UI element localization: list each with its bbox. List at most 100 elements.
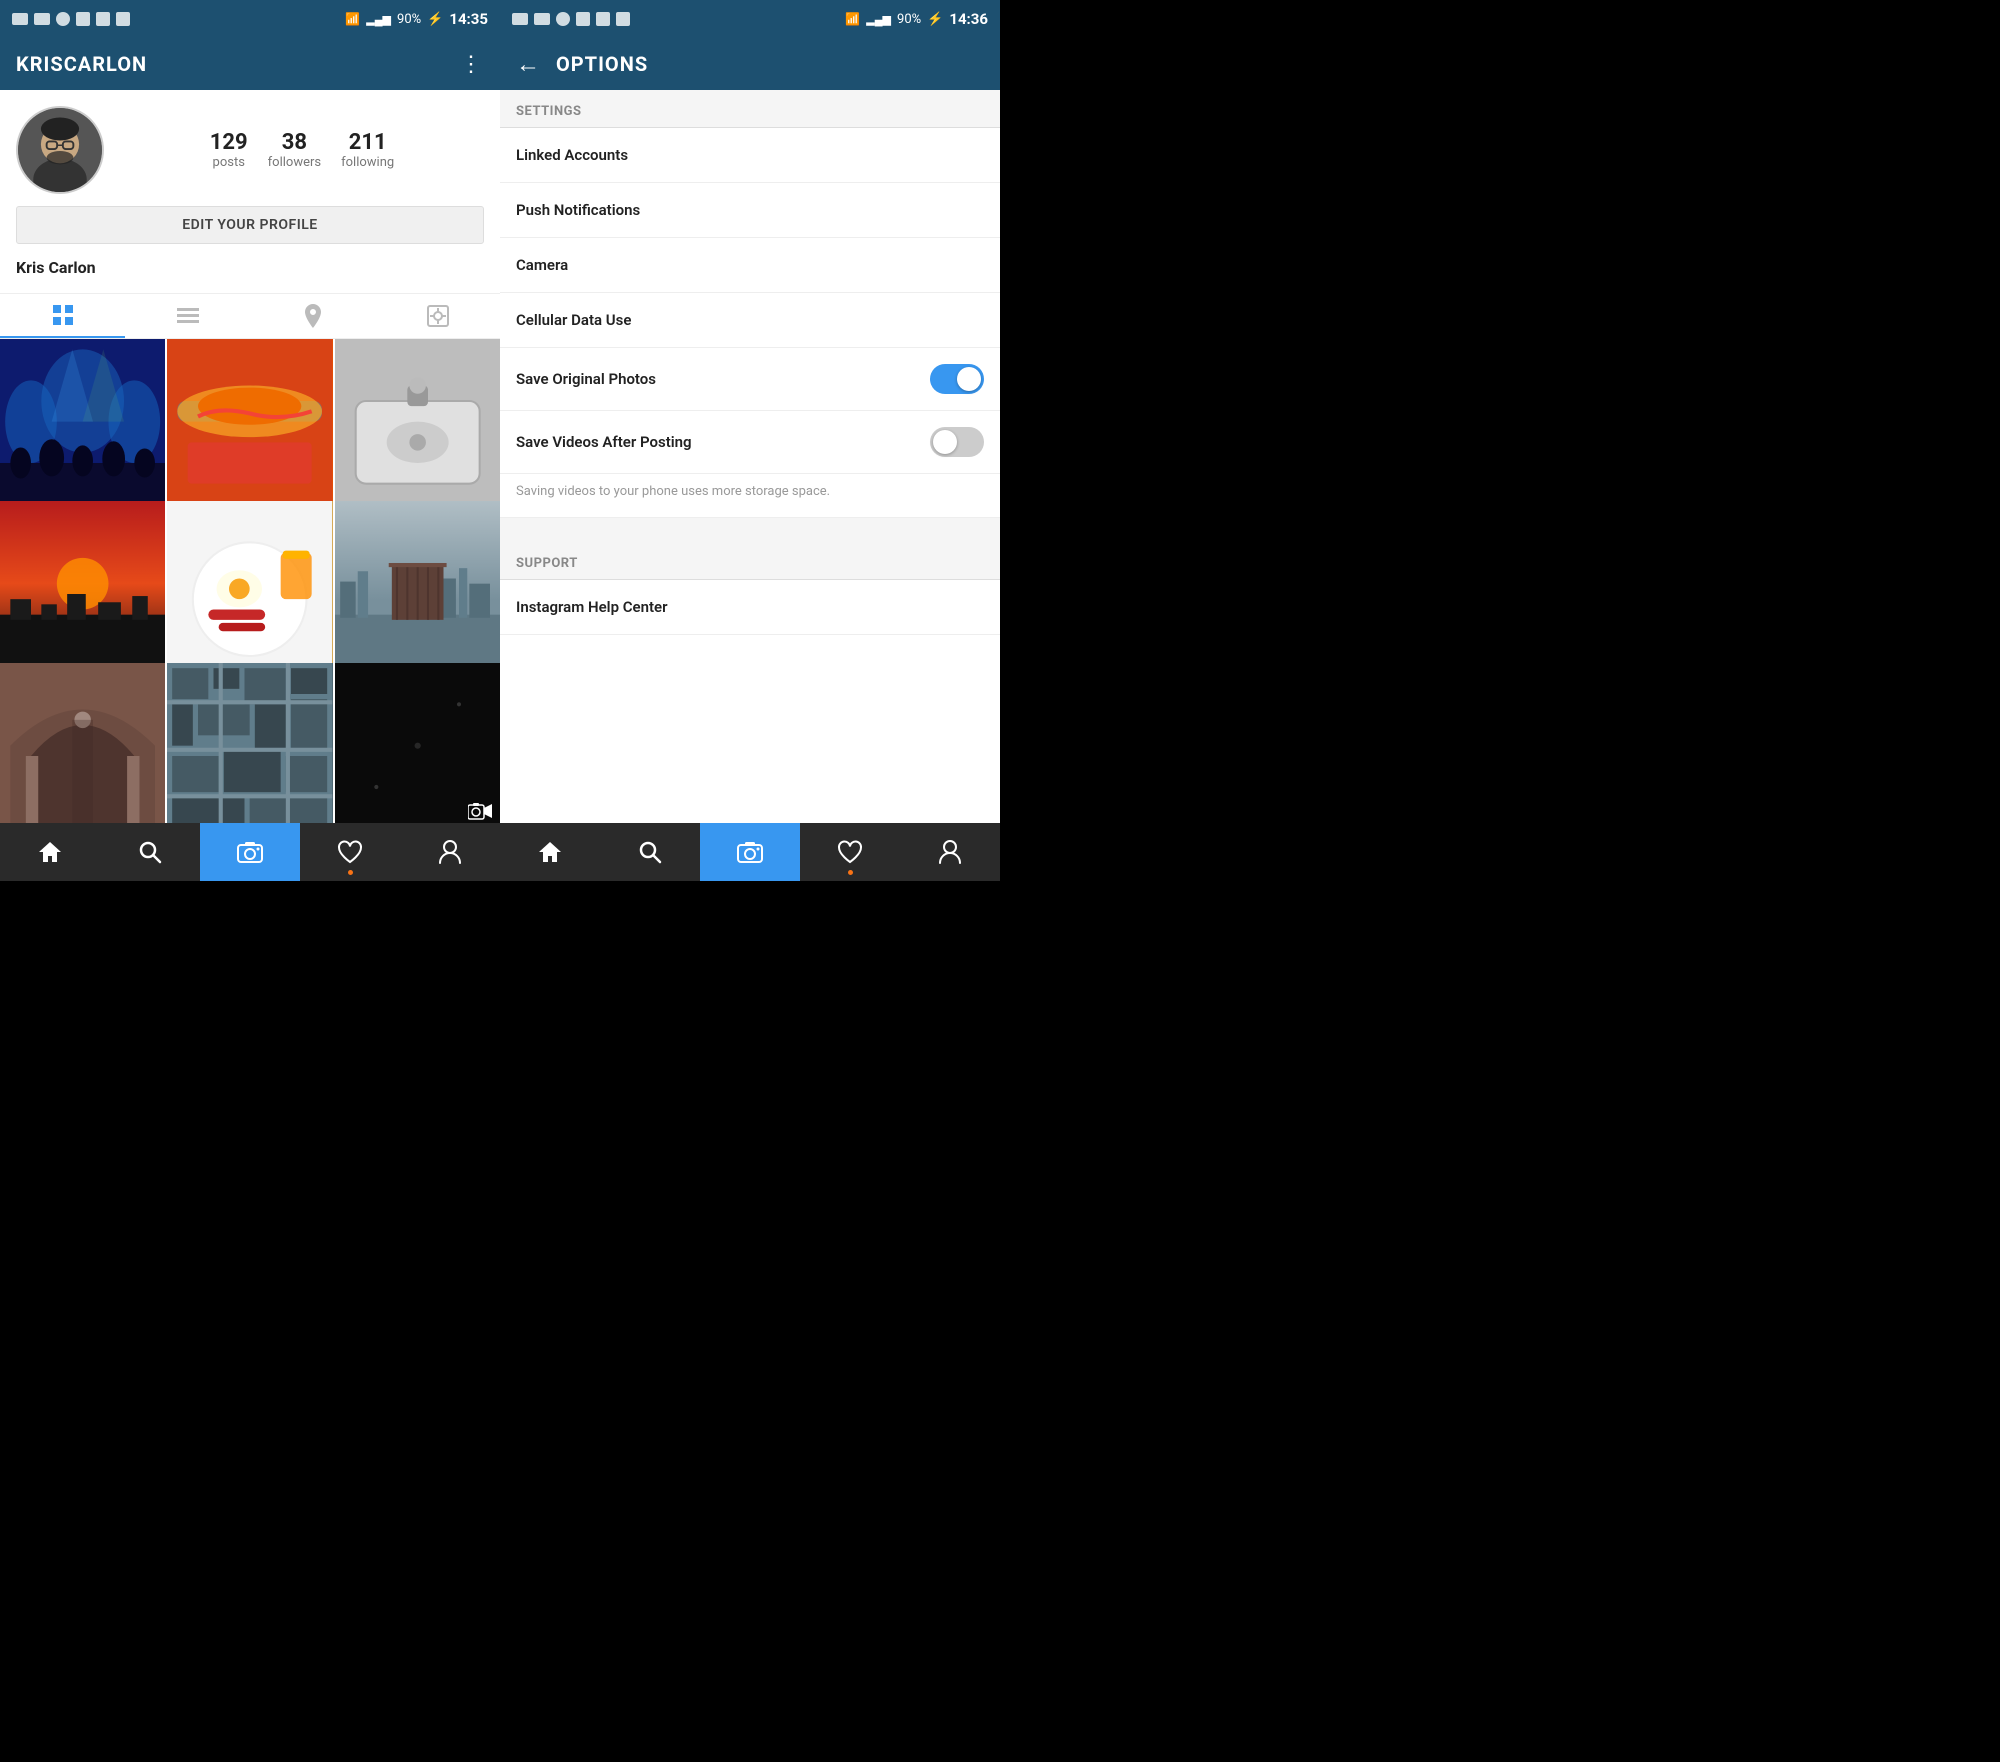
settings-gap (500, 518, 1000, 542)
edit-profile-button[interactable]: EDIT YOUR PROFILE (16, 206, 484, 244)
linked-accounts-label: Linked Accounts (516, 146, 628, 164)
search-icon (137, 839, 163, 865)
push-notifications-label: Push Notifications (516, 201, 640, 219)
time-left: 14:35 (449, 10, 488, 28)
following-label: following (341, 155, 394, 170)
photo-concert[interactable] (0, 339, 165, 504)
save-original-photos-toggle[interactable] (930, 364, 984, 394)
save-original-photos-row: Save Original Photos (500, 348, 1000, 411)
left-app-header: KRISCARLON ⋮ (0, 38, 500, 90)
profile-top: 129 posts 38 followers 211 following (16, 106, 484, 194)
photo-food1[interactable] (167, 339, 332, 504)
signal-icon: ▂▄▆ (366, 13, 391, 26)
linked-accounts-item[interactable]: Linked Accounts (500, 128, 1000, 183)
r-nav-profile[interactable] (900, 823, 1000, 881)
heart-icon (337, 840, 363, 864)
left-bottom-nav (0, 823, 500, 881)
right-status-icons (512, 12, 630, 26)
followers-stat: 38 followers (268, 130, 321, 170)
save-videos-helper-text: Saving videos to your phone uses more st… (500, 474, 1000, 518)
back-button[interactable]: ← (516, 50, 540, 79)
posts-count: 129 (210, 130, 248, 155)
photo-city[interactable] (167, 663, 332, 823)
nav-camera[interactable] (200, 823, 300, 881)
right-bottom-nav (500, 823, 1000, 881)
tab-grid[interactable] (0, 294, 125, 338)
left-status-bar: 📶 ▂▄▆ 90% ⚡ 14:35 (0, 0, 500, 38)
tab-list[interactable] (125, 294, 250, 338)
r-camera-nav-icon (737, 841, 763, 863)
r-nav-camera[interactable] (700, 823, 800, 881)
grid-icon (52, 304, 74, 326)
posts-label: posts (213, 155, 245, 170)
check1-icon (96, 12, 110, 26)
profile-name: Kris Carlon (16, 258, 484, 277)
options-page-title: OPTIONS (556, 52, 648, 76)
r-heart-notification-dot (848, 870, 853, 875)
right-status-bar: 📶 ▂▄▆ 90% ⚡ 14:36 (500, 0, 1000, 38)
gallery-icon (12, 13, 28, 25)
photo-pier[interactable] (335, 501, 500, 666)
r-battery-percent: 90% (897, 12, 921, 27)
save-videos-toggle[interactable] (930, 427, 984, 457)
avatar (16, 106, 104, 194)
r-home-icon (537, 839, 563, 865)
r-signal-icon: ▂▄▆ (866, 13, 891, 26)
wifi-icon: 📶 (345, 12, 360, 26)
r-battery-icon: ⚡ (927, 12, 943, 27)
r-drive-icon (576, 12, 590, 26)
profile-nav-icon (438, 839, 462, 865)
r-nav-home[interactable] (500, 823, 600, 881)
r-nav-search[interactable] (600, 823, 700, 881)
support-section-header: SUPPORT (500, 542, 1000, 580)
photo-food2[interactable] (167, 501, 332, 666)
nav-home[interactable] (0, 823, 100, 881)
r-gallery-icon (512, 13, 528, 25)
nav-search[interactable] (100, 823, 200, 881)
cellular-data-item[interactable]: Cellular Data Use (500, 293, 1000, 348)
save-videos-label: Save Videos After Posting (516, 433, 692, 451)
r-check2-icon (616, 12, 630, 26)
r-shazam-icon (556, 12, 570, 26)
r-mail-icon (534, 13, 550, 25)
tab-tagged[interactable] (375, 294, 500, 338)
location-icon (303, 304, 323, 328)
photo-dark[interactable] (335, 663, 500, 823)
menu-dots-button[interactable]: ⋮ (460, 52, 484, 77)
r-wifi-icon: 📶 (845, 12, 860, 26)
save-original-photos-knob (957, 367, 981, 391)
r-profile-nav-icon (938, 839, 962, 865)
followers-label: followers (268, 155, 321, 170)
home-icon (37, 839, 63, 865)
push-notifications-item[interactable]: Push Notifications (500, 183, 1000, 238)
check2-icon (116, 12, 130, 26)
following-count: 211 (349, 130, 387, 155)
photo-grid (0, 339, 500, 823)
heart-notification-dot (348, 870, 353, 875)
followers-count: 38 (282, 130, 307, 155)
help-center-item[interactable]: Instagram Help Center (500, 580, 1000, 635)
r-nav-heart[interactable] (800, 823, 900, 881)
avatar-svg (18, 108, 102, 192)
nav-profile[interactable] (400, 823, 500, 881)
photo-arch[interactable] (0, 663, 165, 823)
photo-sunset[interactable] (0, 501, 165, 666)
settings-section-header: SETTINGS (500, 90, 1000, 128)
photo-tab-bar (0, 293, 500, 339)
tab-location[interactable] (250, 294, 375, 338)
following-stat: 211 following (341, 130, 394, 170)
photo-sink[interactable] (335, 339, 500, 504)
app-username: KRISCARLON (16, 52, 147, 76)
right-status-right: 📶 ▂▄▆ 90% ⚡ 14:36 (845, 10, 988, 28)
profile-stats: 129 posts 38 followers 211 following (120, 130, 484, 170)
nav-heart[interactable] (300, 823, 400, 881)
r-time: 14:36 (949, 10, 988, 28)
camera-settings-item[interactable]: Camera (500, 238, 1000, 293)
camera-settings-label: Camera (516, 256, 568, 274)
battery-icon: ⚡ (427, 12, 443, 27)
shazam-icon (56, 12, 70, 26)
r-heart-icon (837, 840, 863, 864)
left-panel: 📶 ▂▄▆ 90% ⚡ 14:35 KRISCARLON ⋮ (0, 0, 500, 881)
settings-content: SETTINGS Linked Accounts Push Notificati… (500, 90, 1000, 823)
tagged-icon (427, 305, 449, 327)
